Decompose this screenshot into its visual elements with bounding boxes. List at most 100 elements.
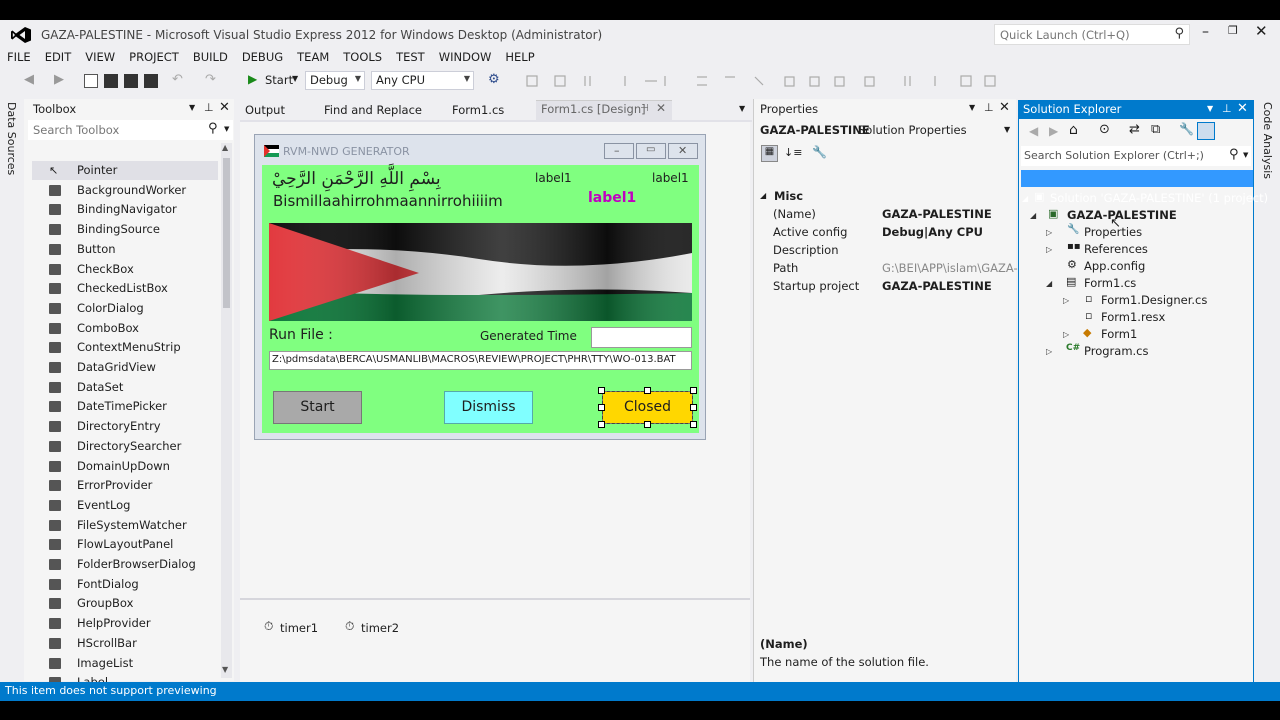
tree-form1-resx[interactable]: Form1.resx [1101, 309, 1165, 326]
tree-form1-class[interactable]: Form1 [1101, 326, 1137, 343]
chevron-down-icon[interactable]: ▼ [189, 103, 195, 112]
toolbox-item-domainupdown[interactable]: DomainUpDown [32, 457, 218, 476]
toolbox-item-bindingsource[interactable]: BindingSource [32, 220, 218, 239]
menu-test[interactable]: TEST [389, 48, 432, 66]
solution-search-input[interactable]: Search Solution Explorer (Ctrl+;) ⚲ ▼ [1021, 146, 1251, 166]
toolbox-item-bindingnavigator[interactable]: BindingNavigator [32, 200, 218, 219]
close-icon[interactable]: ✕ [219, 100, 230, 115]
collapse-all-icon[interactable]: ⧉ [1151, 122, 1160, 137]
resize-handle[interactable] [690, 421, 697, 428]
property-row[interactable]: Description [773, 241, 1013, 259]
back-icon[interactable]: ◀ [1029, 124, 1038, 138]
toolbox-item-folderbrowserdialog[interactable]: FolderBrowserDialog [32, 555, 218, 574]
toolbox-item-datagridview[interactable]: DataGridView [32, 358, 218, 377]
save-all-icon[interactable] [144, 74, 158, 88]
toolbox-search-input[interactable]: Search Toolbox ⚲ ▼ [28, 120, 233, 140]
scroll-down-icon[interactable]: ▼ [222, 665, 228, 674]
menu-team[interactable]: TEAM [290, 48, 336, 66]
resize-handle[interactable] [598, 387, 605, 394]
chevron-down-icon[interactable]: ▼ [1004, 125, 1010, 134]
toolbox-item-directoryentry[interactable]: DirectoryEntry [32, 417, 218, 436]
menu-tools[interactable]: TOOLS [336, 48, 389, 66]
forward-icon[interactable]: ▶ [1049, 124, 1058, 138]
close-icon[interactable]: ✕ [656, 101, 666, 115]
refresh-icon[interactable]: ⇄ [1129, 122, 1140, 137]
tab-form1-cs[interactable]: Form1.cs [452, 101, 504, 119]
resize-handle[interactable] [690, 387, 697, 394]
collapse-icon[interactable]: ◢ [760, 191, 766, 200]
menu-help[interactable]: HELP [498, 48, 541, 66]
form-close-button[interactable]: ✕ [668, 143, 698, 159]
chevron-down-icon[interactable]: ▼ [739, 104, 745, 113]
toolbox-item-checkbox[interactable]: CheckBox [32, 260, 218, 279]
menu-debug[interactable]: DEBUG [235, 48, 290, 66]
form-minimize-button[interactable]: – [604, 143, 634, 159]
pin-icon[interactable]: ⊥ [204, 101, 214, 114]
new-project-icon[interactable] [84, 74, 98, 88]
run-file-path-textbox[interactable]: Z:\pdmsdata\BERCA\USMANLIB\MACROS\REVIEW… [269, 351, 692, 370]
menu-view[interactable]: VIEW [78, 48, 122, 66]
menu-edit[interactable]: EDIT [38, 48, 79, 66]
open-file-icon[interactable] [104, 74, 118, 88]
toolbox-item-checkedlistbox[interactable]: CheckedListBox [32, 279, 218, 298]
tab-find-and-replace[interactable]: Find and Replace [324, 101, 422, 119]
tree-project[interactable]: GAZA-PALESTINE [1067, 207, 1177, 224]
start-button-form[interactable]: Start [273, 391, 362, 424]
toolbox-item-filesystemwatcher[interactable]: FileSystemWatcher [32, 516, 218, 535]
toolbox-item-backgroundworker[interactable]: BackgroundWorker [32, 181, 218, 200]
redo-icon[interactable]: ↷ [205, 72, 216, 87]
close-icon[interactable]: ✕ [1255, 22, 1268, 40]
menu-project[interactable]: PROJECT [122, 48, 186, 66]
toolbox-item-helpprovider[interactable]: HelpProvider [32, 614, 218, 633]
toolbox-item-fontdialog[interactable]: FontDialog [32, 575, 218, 594]
toolbox-item-dataset[interactable]: DataSet [32, 378, 218, 397]
resize-handle[interactable] [598, 404, 605, 411]
property-row[interactable]: Startup project GAZA-PALESTINE [773, 277, 1013, 295]
toolbox-item-groupbox[interactable]: GroupBox [32, 594, 218, 613]
start-icon[interactable]: ▶ [248, 72, 257, 86]
attach-icon[interactable]: ⚙ [488, 72, 500, 87]
minimize-icon[interactable]: – [1202, 24, 1209, 40]
tree-form1-cs[interactable]: Form1.cs [1084, 275, 1136, 292]
tab-output[interactable]: Output [245, 101, 285, 119]
toolbox-item-pointer[interactable]: ↖ Pointer [32, 161, 218, 180]
back-icon[interactable]: ◀ [24, 72, 34, 87]
tree-references[interactable]: References [1084, 241, 1148, 258]
toolbox-item-datetimepicker[interactable]: DateTimePicker [32, 397, 218, 416]
resize-handle[interactable] [690, 404, 697, 411]
menu-window[interactable]: WINDOW [432, 48, 499, 66]
pin-icon[interactable]: ⊣ [640, 103, 649, 114]
resize-handle[interactable] [644, 421, 651, 428]
menu-file[interactable]: FILE [0, 48, 38, 66]
toolbox-scrollbar[interactable]: ▲ ▼ [221, 143, 232, 678]
tree-solution[interactable]: Solution 'GAZA-PALESTINE' (1 project) [1050, 190, 1268, 207]
resize-handle[interactable] [598, 421, 605, 428]
generated-time-textbox[interactable] [591, 327, 692, 348]
solution-config-select[interactable]: Debug ▼ [305, 71, 365, 90]
preview-selected-icon[interactable] [1197, 122, 1215, 140]
scroll-thumb[interactable] [223, 158, 230, 308]
tree-program-cs[interactable]: Program.cs [1084, 343, 1149, 360]
toolbox-item-directorysearcher[interactable]: DirectorySearcher [32, 437, 218, 456]
tree-form1-designer[interactable]: Form1.Designer.cs [1101, 292, 1207, 309]
toolbox-item-button[interactable]: Button [32, 240, 218, 259]
toolbox-item-flowlayoutpanel[interactable]: FlowLayoutPanel [32, 535, 218, 554]
property-row[interactable]: (Name) GAZA-PALESTINE [773, 205, 1013, 223]
forward-icon[interactable]: ▶ [54, 72, 64, 87]
toolbox-item-errorprovider[interactable]: ErrorProvider [32, 476, 218, 495]
resize-handle[interactable] [644, 387, 651, 394]
timer1-component[interactable]: timer1 [280, 621, 318, 635]
toolbox-item-contextmenustrip[interactable]: ContextMenuStrip [32, 338, 218, 357]
toolbox-item-colordialog[interactable]: ColorDialog [32, 299, 218, 318]
start-button[interactable]: Start [265, 73, 293, 87]
restore-icon[interactable]: ❐ [1228, 24, 1238, 37]
properties-icon[interactable]: 🔧 [1179, 122, 1194, 136]
chevron-down-icon[interactable]: ▼ [292, 74, 298, 83]
platform-select[interactable]: Any CPU ▼ [371, 71, 474, 90]
property-row[interactable]: Active config Debug|Any CPU [773, 223, 1013, 241]
toolbox-item-eventlog[interactable]: EventLog [32, 496, 218, 515]
pin-icon[interactable]: ⊥ [1222, 102, 1232, 115]
tree-app-config[interactable]: App.config [1084, 258, 1145, 275]
sync-icon[interactable]: ⊙ [1099, 122, 1110, 137]
chevron-down-icon[interactable]: ▼ [1207, 104, 1213, 113]
